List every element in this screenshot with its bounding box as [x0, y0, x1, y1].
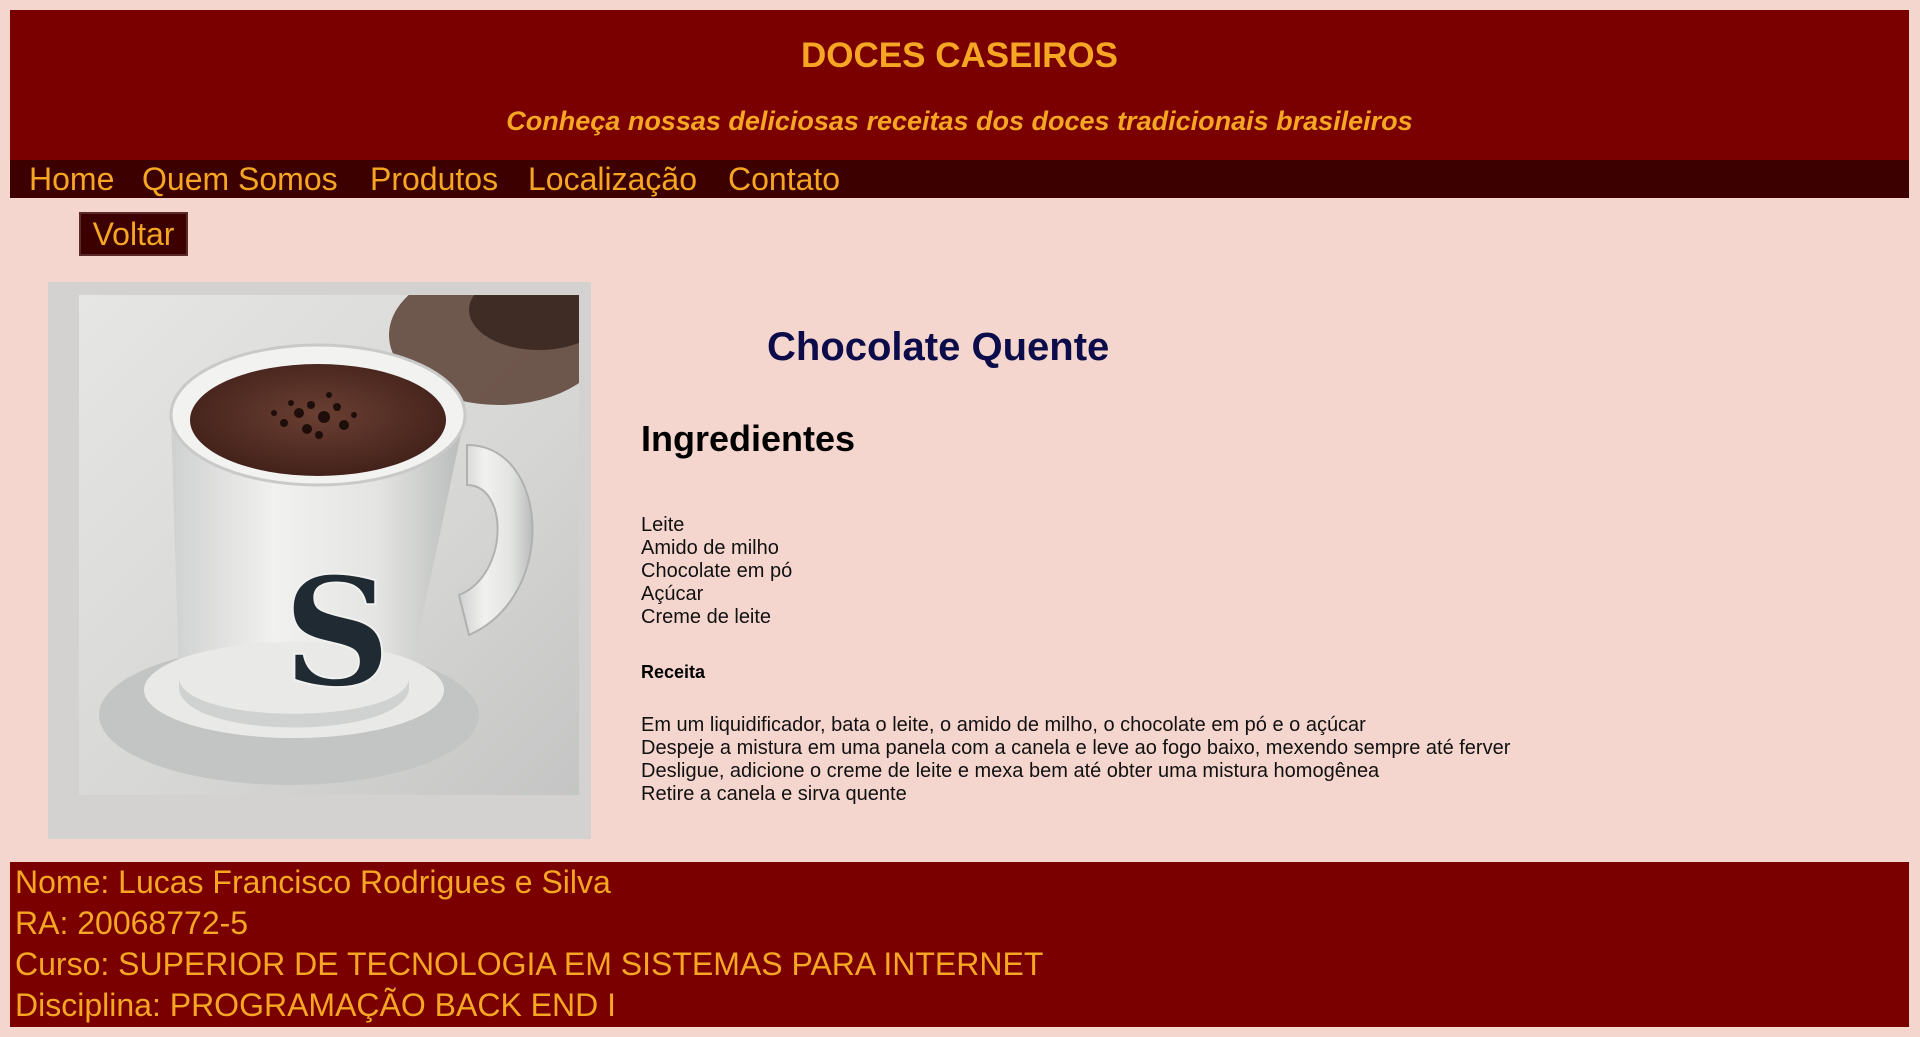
- recipe-title: Chocolate Quente: [767, 325, 1110, 369]
- ingredient-item: Açúcar: [641, 583, 704, 605]
- footer-discipline: Disciplina: PROGRAMAÇÃO BACK END I: [15, 987, 617, 1023]
- ingredient-item: Leite: [641, 514, 685, 536]
- footer-student-name: Nome: Lucas Francisco Rodrigues e Silva: [15, 864, 611, 900]
- ingredient-item: Creme de leite: [641, 606, 772, 628]
- step-item: Retire a canela e sirva quente: [641, 783, 907, 805]
- site-footer: Nome: Lucas Francisco Rodrigues e Silva …: [10, 862, 1909, 1027]
- main-nav: Home Quem Somos Produtos Localização Con…: [10, 160, 1909, 198]
- nav-item-quem-somos[interactable]: Quem Somos: [142, 160, 338, 198]
- site-header: DOCES CASEIROS Conheça nossas deliciosas…: [10, 10, 1909, 160]
- ingredient-item: Amido de milho: [641, 537, 779, 559]
- site-tagline: Conheça nossas deliciosas receitas dos d…: [506, 106, 1413, 136]
- nav-item-produtos[interactable]: Produtos: [370, 160, 498, 198]
- footer-course: Curso: SUPERIOR DE TECNOLOGIA EM SISTEMA…: [15, 946, 1044, 982]
- ingredient-item: Chocolate em pó: [641, 560, 793, 582]
- step-item: Despeje a mistura em uma panela com a ca…: [641, 737, 1511, 759]
- footer-student-ra: RA: 20068772-5: [15, 905, 249, 941]
- step-item: Em um liquidificador, bata o leite, o am…: [641, 714, 1366, 736]
- ingredients-list: Leite Amido de milho Chocolate em pó Açú…: [641, 514, 792, 629]
- ingredients-heading: Ingredientes: [641, 418, 856, 459]
- steps-list: Em um liquidificador, bata o leite, o am…: [641, 714, 1510, 806]
- step-item: Desligue, adicione o creme de leite e me…: [641, 760, 1380, 782]
- back-button[interactable]: Voltar: [79, 212, 188, 256]
- nav-item-contato[interactable]: Contato: [728, 160, 840, 198]
- steps-heading: Receita: [641, 662, 706, 682]
- hot-chocolate-photo: S: [79, 295, 579, 795]
- site-title: DOCES CASEIROS: [801, 36, 1118, 75]
- svg-text:S: S: [283, 545, 391, 721]
- nav-item-home[interactable]: Home: [29, 160, 114, 198]
- nav-item-localizacao[interactable]: Localização: [528, 160, 697, 198]
